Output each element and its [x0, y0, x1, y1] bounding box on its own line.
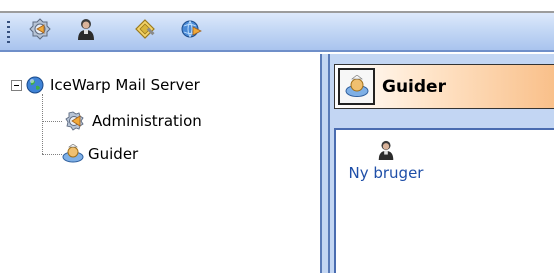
key-button[interactable] [131, 16, 159, 46]
wizard-icon [338, 68, 375, 105]
toolbar-grip[interactable] [7, 21, 10, 45]
globe-settings-icon [180, 17, 204, 45]
tree-item-guider[interactable]: Guider [62, 144, 138, 164]
tree-item-label: Guider [88, 145, 139, 163]
globe-settings-button[interactable] [178, 16, 206, 46]
tree-item-label: Administration [92, 112, 202, 130]
panel-header: Guider [334, 64, 554, 109]
user-icon [338, 138, 434, 162]
collapse-toggle[interactable] [11, 79, 22, 91]
administration-icon [62, 110, 88, 132]
gear-wizard-button[interactable] [26, 16, 54, 46]
navigation-tree: IceWarp Mail Server Administration Guide… [0, 54, 320, 273]
new-user-link[interactable]: Ny bruger [338, 164, 434, 182]
tree-item-label: IceWarp Mail Server [50, 76, 200, 94]
wizard-list: Ny bruger [334, 128, 554, 273]
tree-item-root[interactable]: IceWarp Mail Server [11, 76, 200, 94]
tree-item-administration[interactable]: Administration [62, 110, 202, 132]
user-button[interactable] [72, 16, 100, 46]
key-icon [133, 17, 157, 45]
page-title: Guider [382, 77, 446, 97]
globe-icon [26, 76, 44, 94]
list-item-new-user[interactable]: Ny bruger [338, 138, 434, 182]
wizard-icon [62, 144, 84, 164]
pane-splitter[interactable] [320, 54, 330, 273]
user-icon [75, 17, 97, 45]
gear-wizard-icon [28, 17, 52, 45]
toolbar [0, 0, 554, 52]
